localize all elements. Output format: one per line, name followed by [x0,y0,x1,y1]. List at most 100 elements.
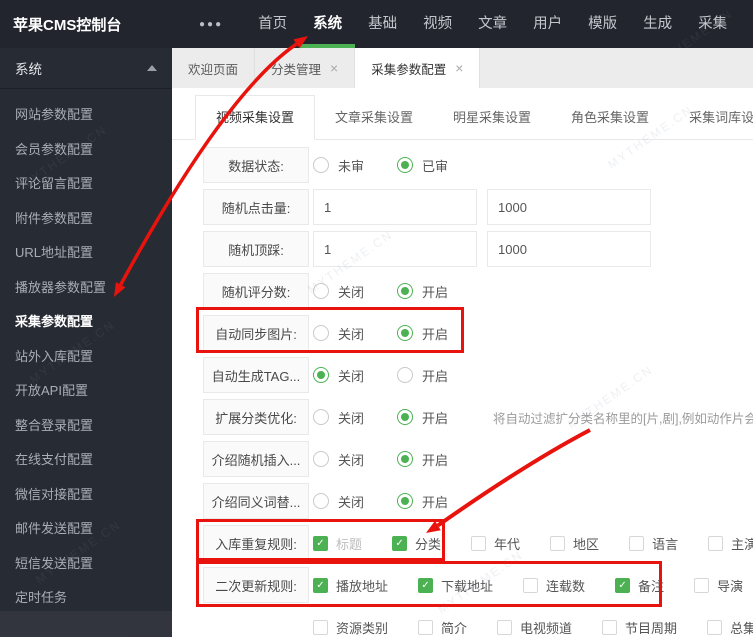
checkbox-option[interactable]: ✓ 播放地址 [313,576,418,595]
radio-option[interactable]: 关闭 [313,492,397,511]
tab-0[interactable]: 欢迎页面 [172,48,256,88]
checkbox-unchecked-icon[interactable] [313,619,328,635]
radio-option[interactable]: 关闭 [313,450,397,469]
radio-option[interactable]: 关闭 [313,408,397,427]
checkbox-option[interactable]: ✓ 分类 [392,534,471,553]
tab-1[interactable]: 分类管理 × [255,48,356,88]
radio-unchecked-icon[interactable] [397,367,414,383]
sidebar-item-1[interactable]: 会员参数配置 [0,133,172,168]
radio-unchecked-icon[interactable] [313,451,329,467]
radio-unchecked-icon[interactable] [313,409,329,425]
text-input[interactable] [313,189,477,225]
radio-option[interactable]: 开启 [397,492,481,511]
radio-checked-icon[interactable] [397,451,414,467]
checkbox-unchecked-icon[interactable] [707,619,723,635]
sidebar-item-4[interactable]: URL地址配置 [0,236,172,271]
checkbox-unchecked-icon[interactable] [708,535,724,551]
radio-checked-icon[interactable] [397,325,414,341]
inner-tab-1[interactable]: 文章采集设置 [315,96,433,139]
sidebar-item-13[interactable]: 短信发送配置 [0,547,172,582]
radio-option[interactable]: 关闭 [313,282,397,301]
menu-dots-icon[interactable]: ●●● [199,19,223,30]
text-input[interactable] [487,189,651,225]
nav-item-0[interactable]: 首页 [258,0,287,48]
sidebar-item-2[interactable]: 评论留言配置 [0,167,172,202]
radio-option[interactable]: 开启 [397,324,481,343]
checkbox-option[interactable]: 导演 [694,576,753,595]
radio-checked-icon[interactable] [397,409,414,425]
sidebar-item-11[interactable]: 微信对接配置 [0,478,172,513]
inner-tab-3[interactable]: 角色采集设置 [551,96,669,139]
checkbox-option[interactable]: ✓ 标题 [313,534,392,553]
close-icon[interactable]: × [330,61,338,75]
checkbox-option[interactable]: 语言 [629,534,708,553]
radio-option[interactable]: 开启 [397,366,481,385]
checkbox-unchecked-icon[interactable] [497,619,513,635]
sidebar-item-0[interactable]: 网站参数配置 [0,98,172,133]
checkbox-option[interactable]: ✓ 备注 [615,576,694,595]
inner-tab-2[interactable]: 明星采集设置 [433,96,551,139]
checkbox-checked-icon[interactable]: ✓ [615,577,631,593]
nav-item-7[interactable]: 生成 [643,0,672,48]
checkbox-option[interactable]: 连载数 [523,576,615,595]
sidebar-item-8[interactable]: 开放API配置 [0,374,172,409]
radio-checked-icon[interactable] [397,283,414,299]
checkbox-checked-icon[interactable]: ✓ [418,577,434,593]
radio-option[interactable]: 未审 [313,156,397,175]
radio-unchecked-icon[interactable] [313,493,329,509]
checkbox-unchecked-icon[interactable] [550,535,566,551]
nav-item-1[interactable]: 系统 [300,0,356,48]
sidebar-item-5[interactable]: 播放器参数配置 [0,271,172,306]
sidebar-item-3[interactable]: 附件参数配置 [0,202,172,237]
radio-option[interactable]: 开启 [397,408,481,427]
checkbox-unchecked-icon[interactable] [602,619,618,635]
radio-unchecked-icon[interactable] [313,283,329,299]
nav-item-2[interactable]: 基础 [368,0,397,48]
nav-item-5[interactable]: 用户 [533,0,562,48]
radio-unchecked-icon[interactable] [313,325,329,341]
nav-item-4[interactable]: 文章 [478,0,507,48]
tab-2[interactable]: 采集参数配置 × [355,48,481,88]
checkbox-option[interactable]: ✓ 下载地址 [418,576,523,595]
checkbox-option[interactable]: 节目周期 [602,618,707,637]
checkbox-option[interactable]: 简介 [418,618,497,637]
checkbox-checked-icon[interactable]: ✓ [313,535,328,551]
radio-checked-icon[interactable] [397,157,414,173]
checkbox-unchecked-icon[interactable] [523,577,539,593]
checkbox-checked-icon[interactable]: ✓ [313,577,328,593]
checkbox-option[interactable]: 电视频道 [497,618,602,637]
sidebar-item-10[interactable]: 在线支付配置 [0,443,172,478]
radio-option[interactable]: 开启 [397,282,481,301]
radio-option[interactable]: 关闭 [313,366,397,385]
close-icon[interactable]: × [455,61,463,75]
checkbox-option[interactable]: 总集数 [707,618,753,637]
text-input[interactable] [313,231,477,267]
checkbox-option[interactable]: 主演 [708,534,753,553]
checkbox-unchecked-icon[interactable] [629,535,645,551]
inner-tab-0[interactable]: 视频采集设置 [195,95,316,140]
sidebar-group-system[interactable]: 系统 [0,48,172,89]
checkbox-option[interactable]: 地区 [550,534,629,553]
nav-item-8[interactable]: 采集 [698,0,727,48]
sidebar-item-6[interactable]: 采集参数配置 [0,305,172,340]
sidebar-item-7[interactable]: 站外入库配置 [0,340,172,375]
radio-unchecked-icon[interactable] [313,157,329,173]
sidebar-item-9[interactable]: 整合登录配置 [0,409,172,444]
sidebar-item-12[interactable]: 邮件发送配置 [0,512,172,547]
text-input[interactable] [487,231,651,267]
checkbox-option[interactable]: 年代 [471,534,550,553]
inner-tab-4[interactable]: 采集词库设置 [669,96,753,139]
radio-checked-icon[interactable] [397,493,414,509]
checkbox-option[interactable]: 资源类别 [313,618,418,637]
checkbox-unchecked-icon[interactable] [694,577,710,593]
radio-checked-icon[interactable] [313,367,329,383]
radio-option[interactable]: 开启 [397,450,481,469]
radio-option[interactable]: 关闭 [313,324,397,343]
nav-item-3[interactable]: 视频 [423,0,452,48]
radio-option[interactable]: 已审 [397,156,481,175]
checkbox-checked-icon[interactable]: ✓ [392,535,408,551]
nav-item-6[interactable]: 模版 [588,0,617,48]
app-logo[interactable]: 苹果CMS控制台 [0,14,173,35]
checkbox-unchecked-icon[interactable] [471,535,487,551]
checkbox-unchecked-icon[interactable] [418,619,434,635]
